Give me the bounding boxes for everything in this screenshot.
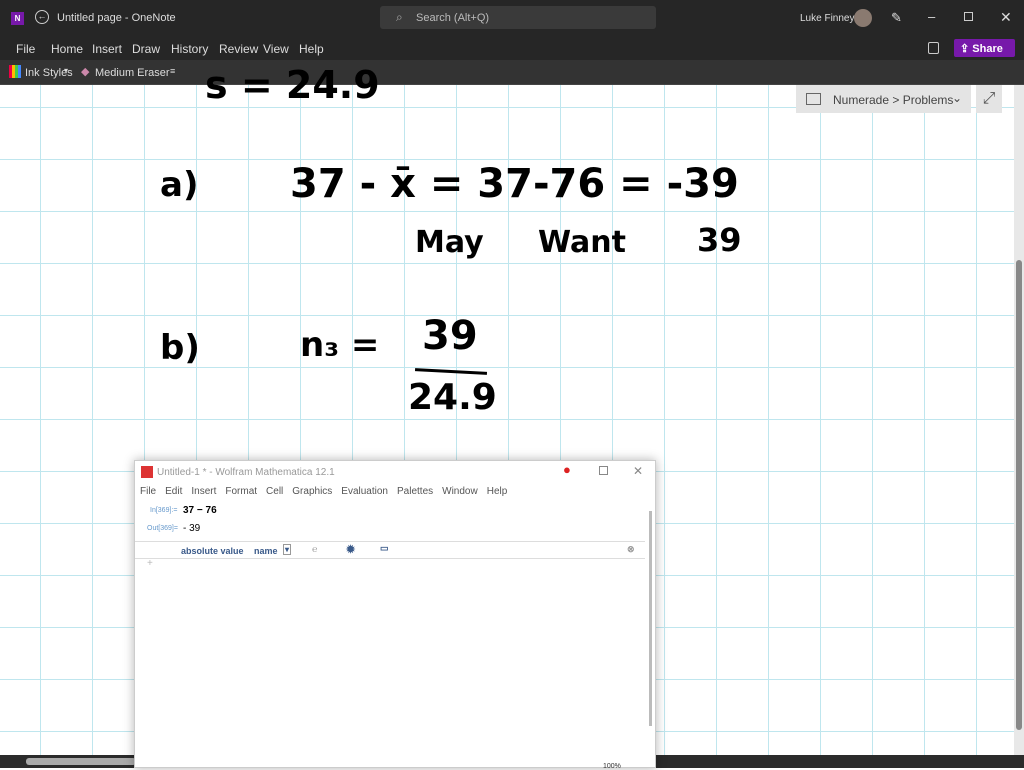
close-button[interactable]: ✕ <box>1000 9 1012 26</box>
ink-b-lhs: n₃ = <box>300 325 380 365</box>
menu-insert[interactable]: Insert <box>191 486 216 497</box>
ink-fraction-bar <box>414 368 488 375</box>
back-icon[interactable]: ← <box>35 10 49 24</box>
mathematica-window: Untitled-1 * - Wolfram Mathematica 12.1 … <box>134 460 656 770</box>
onenote-logo-icon: N <box>11 12 24 25</box>
menu-window[interactable]: Window <box>442 486 478 497</box>
menu-help[interactable]: Help <box>487 486 508 497</box>
draw-toolbar: Ink Styles ▾ ◆ Medium Eraser ≡ <box>0 60 1024 85</box>
in-label: In[369]:= <box>150 507 178 514</box>
share-label: Share <box>972 43 1003 55</box>
tab-view[interactable]: View <box>263 42 289 56</box>
mathematica-menubar: File Edit Insert Format Cell Graphics Ev… <box>140 486 507 497</box>
suggestions-bar: absolute value name ▾ ℮ ✹ ▭ ⊗ <box>135 541 645 559</box>
comment-icon[interactable]: ▭ <box>380 543 389 554</box>
close-suggestions-icon[interactable]: ⊗ <box>627 544 635 555</box>
restore-button[interactable] <box>964 12 973 21</box>
dropdown-icon[interactable]: ▾ <box>283 544 292 555</box>
pen-icon[interactable]: ✎ <box>891 10 902 26</box>
suggestion-name[interactable]: name <box>254 546 278 556</box>
search-placeholder: Search (Alt+Q) <box>416 12 490 24</box>
ink-note-may: May <box>415 225 484 260</box>
tab-draw[interactable]: Draw <box>132 42 160 56</box>
menu-cell[interactable]: Cell <box>266 486 283 497</box>
ink-styles-icon <box>9 65 21 78</box>
ink-note-want: Want <box>538 225 626 260</box>
eraser-icon: ◆ <box>81 66 90 78</box>
tab-history[interactable]: History <box>171 42 208 56</box>
breadcrumb[interactable]: Numerade > Problems ⌄ <box>796 85 971 113</box>
chevron-down-icon: ▾ <box>64 66 69 75</box>
share-icon: ⇪ <box>960 43 970 55</box>
hscroll-thumb[interactable] <box>26 758 136 765</box>
user-name[interactable]: Luke Finney <box>800 13 854 24</box>
ink-b-label: b) <box>160 328 200 368</box>
maximize-button[interactable] <box>599 466 608 475</box>
tab-review[interactable]: Review <box>219 42 258 56</box>
out-label: Out[369]= <box>147 525 178 532</box>
breadcrumb-text: Numerade > Problems <box>833 93 954 107</box>
window-title: Untitled page - OneNote <box>57 12 176 24</box>
notebook-scrollbar[interactable] <box>649 511 652 726</box>
search-icon: ⌕ <box>396 10 403 24</box>
tab-help[interactable]: Help <box>299 42 324 56</box>
vertical-scrollbar[interactable] <box>1014 85 1024 755</box>
menu-edit[interactable]: Edit <box>165 486 182 497</box>
avatar[interactable] <box>854 9 872 27</box>
menu-graphics[interactable]: Graphics <box>292 486 332 497</box>
ink-a-label: a) <box>160 165 199 205</box>
suggestion-absolute-value[interactable]: absolute value <box>181 546 244 556</box>
output-cell: - 39 <box>183 523 201 534</box>
gear-icon[interactable]: ✹ <box>346 543 355 556</box>
close-button[interactable]: ✕ <box>633 464 643 478</box>
ink-a-equation: 37 - x̄ = 37-76 = -39 <box>290 161 739 207</box>
ink-b-denominator: 24.9 <box>408 377 497 418</box>
share-button[interactable]: ⇪ Share <box>954 39 1015 57</box>
notebook-icon <box>806 93 821 105</box>
input-cell[interactable]: 37 − 76 <box>183 505 217 516</box>
ink-note-39: 39 <box>697 221 742 259</box>
menu-format[interactable]: Format <box>225 486 257 497</box>
menu-evaluation[interactable]: Evaluation <box>341 486 388 497</box>
menu-file[interactable]: File <box>140 486 156 497</box>
scroll-thumb[interactable] <box>1016 260 1022 730</box>
mathematica-assistant-icon[interactable]: ● <box>563 462 571 477</box>
notes-icon[interactable] <box>928 42 939 54</box>
minimize-button[interactable]: – <box>928 9 935 24</box>
expand-button[interactable]: ⤢ <box>976 85 1002 113</box>
tab-insert[interactable]: Insert <box>92 42 122 56</box>
title-bar: N ← Untitled page - OneNote ⌕ Search (Al… <box>0 0 1024 37</box>
mathematica-title: Untitled-1 * - Wolfram Mathematica 12.1 <box>157 467 335 478</box>
menu-palettes[interactable]: Palettes <box>397 486 433 497</box>
chevron-down-icon: ⌄ <box>952 91 963 105</box>
add-cell-icon[interactable]: + <box>147 558 153 569</box>
undo-icon[interactable]: ℮ <box>312 544 317 554</box>
eraser-button[interactable]: Medium Eraser <box>95 67 170 79</box>
zoom-level[interactable]: 100% <box>603 763 621 770</box>
mathematica-logo-icon <box>141 466 153 478</box>
tab-file[interactable]: File <box>16 42 35 56</box>
customize-toolbar-icon[interactable]: ≡ <box>170 66 175 76</box>
tab-home[interactable]: Home <box>51 42 83 56</box>
search-box[interactable]: ⌕ Search (Alt+Q) <box>380 6 656 29</box>
ink-b-numerator: 39 <box>422 313 478 359</box>
ribbon-tabs: File Home Insert Draw History Review Vie… <box>0 37 1024 60</box>
ink-top-partial: s = 24.9 <box>205 63 380 107</box>
